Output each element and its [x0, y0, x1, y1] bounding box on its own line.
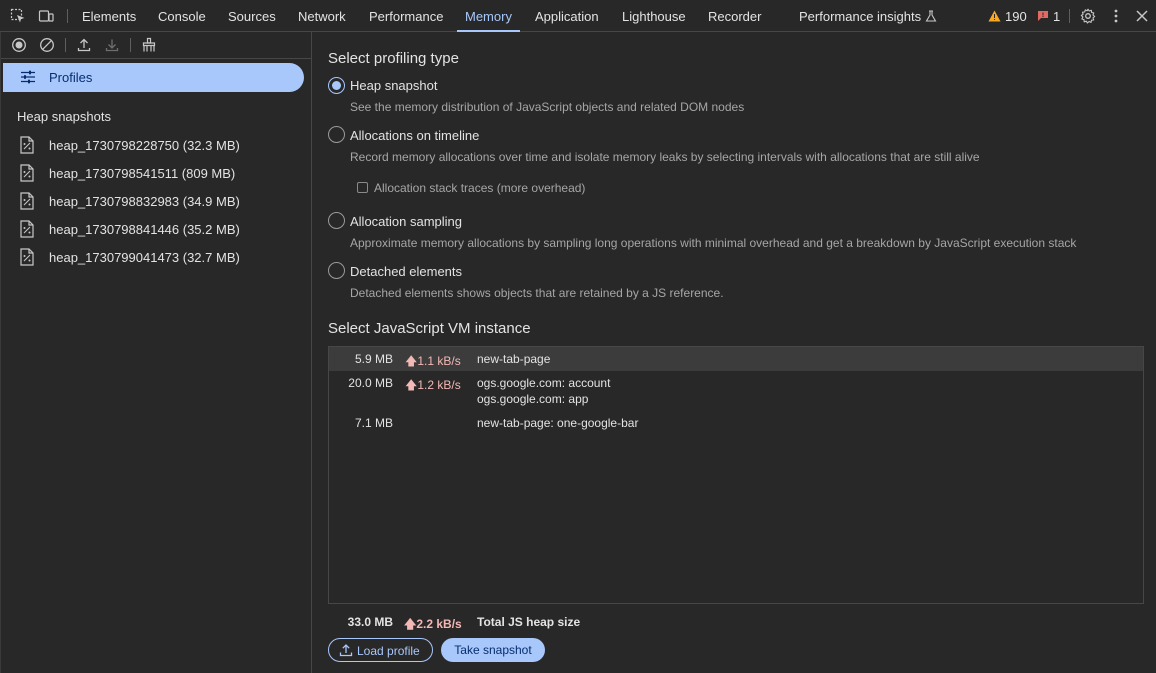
upload-icon: [339, 644, 353, 657]
heap-snapshot-label[interactable]: Heap snapshot: [350, 78, 437, 93]
heap-snapshot-label: heap_1730798841446 (35.2 MB): [49, 222, 240, 237]
take-snapshot-button[interactable]: Take snapshot: [441, 638, 545, 662]
heap-snapshot-item[interactable]: heap_1730798832983 (34.9 MB): [1, 188, 312, 214]
allocation-sampling-description: Approximate memory allocations by sampli…: [350, 236, 1077, 250]
devtools-toolbar: Elements Console Sources Network Perform…: [0, 0, 1156, 32]
allocations-timeline-label[interactable]: Allocations on timeline: [350, 128, 479, 143]
close-icon[interactable]: [1134, 8, 1150, 24]
heap-snapshot-label: heap_1730799041473 (32.7 MB): [49, 250, 240, 265]
take-snapshot-label: Take snapshot: [454, 643, 532, 657]
toolbar-divider: [65, 38, 66, 52]
heap-snapshot-label: heap_1730798228750 (32.3 MB): [49, 138, 240, 153]
snapshot-file-icon: [20, 192, 34, 210]
heap-snapshot-item[interactable]: heap_1730798541511 (809 MB): [1, 160, 312, 186]
profiling-type-title: Select profiling type: [328, 50, 459, 67]
allocations-timeline-radio[interactable]: [328, 126, 345, 143]
vm-instance-name: ogs.google.com: app: [477, 392, 589, 406]
warnings-counter[interactable]: 190: [988, 8, 1028, 24]
gear-icon[interactable]: [1080, 8, 1096, 24]
tab-performance[interactable]: Performance: [369, 0, 443, 31]
total-heap-size: 33.0 MB: [347, 615, 393, 629]
tab-console[interactable]: Console: [158, 0, 206, 31]
tab-network[interactable]: Network: [298, 0, 346, 31]
allocations-timeline-description: Record memory allocations over time and …: [350, 150, 980, 164]
snapshot-file-icon: [20, 248, 34, 266]
errors-counter[interactable]: 1: [1037, 8, 1061, 24]
tab-performance-insights[interactable]: Performance insights: [799, 0, 921, 31]
vm-heap-size: 5.9 MB: [354, 352, 393, 366]
device-toolbar-icon[interactable]: [38, 8, 54, 24]
vm-instance-row[interactable]: 5.9 MB 🡅1.1 kB/s new-tab-page: [329, 347, 1143, 371]
more-vertical-icon[interactable]: [1108, 8, 1124, 24]
errors-count: 1: [1053, 9, 1061, 24]
profile-launcher: Select profiling type Heap snapshot See …: [313, 32, 1156, 673]
heap-snapshot-description: See the memory distribution of JavaScrip…: [350, 100, 745, 114]
allocation-stack-traces-checkbox[interactable]: [357, 182, 368, 193]
heap-snapshot-radio[interactable]: [328, 77, 345, 94]
vm-instance-name: ogs.google.com: account: [477, 376, 611, 390]
warning-icon: [988, 10, 1001, 22]
allocation-sampling-label[interactable]: Allocation sampling: [350, 214, 462, 229]
sidebar-toolbar: [1, 32, 312, 59]
collect-garbage-icon[interactable]: [141, 37, 157, 53]
tab-memory[interactable]: Memory: [457, 0, 520, 32]
allocation-sampling-radio[interactable]: [328, 212, 345, 229]
detached-elements-label[interactable]: Detached elements: [350, 264, 462, 279]
heap-snapshot-item[interactable]: heap_1730798228750 (32.3 MB): [1, 132, 312, 158]
record-icon[interactable]: [11, 37, 27, 53]
allocation-stack-traces-label[interactable]: Allocation stack traces (more overhead): [374, 181, 585, 195]
tune-icon: [21, 70, 35, 84]
vm-heap-size: 20.0 MB: [348, 376, 393, 390]
sidebar-item-profiles[interactable]: Profiles: [3, 63, 304, 92]
total-heap-label: Total JS heap size: [477, 615, 581, 629]
vm-instance-row[interactable]: 20.0 MB 🡅1.2 kB/s ogs.google.com: accoun…: [329, 371, 1143, 411]
heap-snapshot-label: heap_1730798541511 (809 MB): [49, 166, 236, 181]
vm-heap-rate: 🡅1.2 kB/s: [405, 378, 461, 392]
download-icon[interactable]: [104, 37, 120, 53]
vm-instance-name: new-tab-page: [477, 352, 551, 366]
tab-recorder[interactable]: Recorder: [708, 0, 761, 31]
vm-instance-title: Select JavaScript VM instance: [328, 320, 531, 337]
clear-icon[interactable]: [39, 37, 55, 53]
total-heap-rate: 🡅2.2 kB/s: [404, 617, 462, 631]
sidebar-item-label: Profiles: [49, 70, 93, 85]
load-profile-label: Load profile: [357, 644, 420, 658]
warnings-count: 190: [1005, 9, 1027, 24]
heap-snapshot-label: heap_1730798832983 (34.9 MB): [49, 194, 240, 209]
inspect-element-icon[interactable]: [10, 8, 26, 24]
arrow-up-icon: 🡅: [404, 617, 417, 631]
snapshot-file-icon: [20, 136, 34, 154]
tab-elements[interactable]: Elements: [82, 0, 136, 31]
toolbar-divider: [1069, 9, 1070, 23]
flask-icon: [925, 10, 937, 22]
arrow-up-icon: 🡅: [405, 354, 418, 368]
heap-snapshot-item[interactable]: heap_1730798841446 (35.2 MB): [1, 216, 312, 242]
tab-application[interactable]: Application: [535, 0, 599, 31]
heap-snapshot-item[interactable]: heap_1730799041473 (32.7 MB): [1, 244, 312, 270]
upload-icon[interactable]: [76, 37, 92, 53]
toolbar-divider: [130, 38, 131, 52]
toolbar-divider: [67, 9, 68, 23]
arrow-up-icon: 🡅: [405, 378, 418, 392]
snapshot-file-icon: [20, 220, 34, 238]
tab-sources[interactable]: Sources: [228, 0, 276, 31]
heap-snapshots-header: Heap snapshots: [17, 109, 111, 124]
load-profile-button[interactable]: Load profile: [328, 638, 433, 662]
detached-elements-radio[interactable]: [328, 262, 345, 279]
vm-heap-size: 7.1 MB: [354, 416, 393, 430]
snapshot-file-icon: [20, 164, 34, 182]
detached-elements-description: Detached elements shows objects that are…: [350, 286, 724, 300]
vm-instance-row[interactable]: 7.1 MB new-tab-page: one-google-bar: [329, 411, 1143, 435]
vm-heap-rate: 🡅1.1 kB/s: [405, 354, 461, 368]
profiles-sidebar: Profiles Heap snapshots heap_17307982287…: [0, 32, 312, 673]
error-icon: [1038, 11, 1048, 21]
tab-lighthouse[interactable]: Lighthouse: [622, 0, 686, 31]
vm-instance-name: new-tab-page: one-google-bar: [477, 416, 639, 430]
vm-instance-list: 5.9 MB 🡅1.1 kB/s new-tab-page 20.0 MB 🡅1…: [328, 346, 1144, 604]
